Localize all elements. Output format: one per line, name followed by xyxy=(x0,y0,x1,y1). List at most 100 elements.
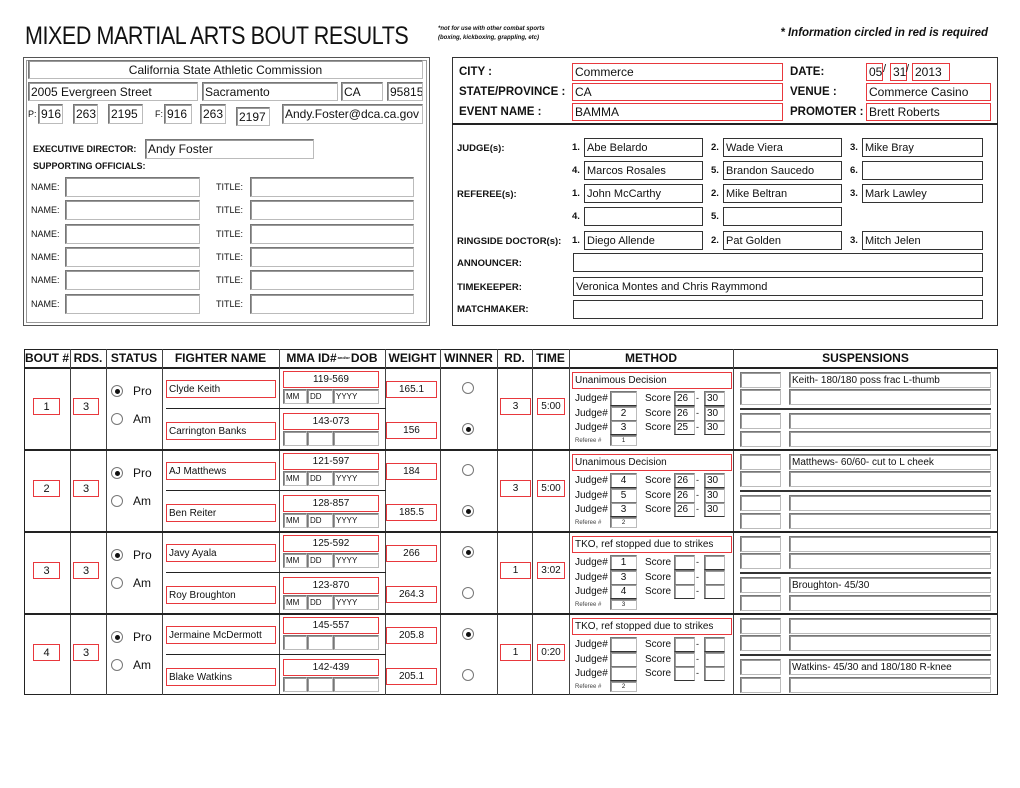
winner-radio[interactable] xyxy=(462,382,474,394)
dob-day-field[interactable]: DD xyxy=(307,471,333,486)
dob-month-field[interactable]: MM xyxy=(283,471,307,486)
suspension-days-field[interactable] xyxy=(740,495,781,511)
weight-field[interactable]: 156 xyxy=(386,422,437,439)
suspension-note-field[interactable] xyxy=(789,536,991,552)
pro-radio[interactable] xyxy=(111,385,123,397)
fighter-name-field[interactable]: Clyde Keith xyxy=(166,380,276,398)
winner-radio[interactable] xyxy=(462,587,474,599)
dob-day-field[interactable]: DD xyxy=(307,595,333,610)
winner-radio[interactable] xyxy=(462,669,474,681)
score-field-1[interactable] xyxy=(674,555,695,570)
judge-number-field[interactable] xyxy=(610,651,637,667)
dob-day-field[interactable]: DD xyxy=(307,553,333,568)
winner-radio[interactable] xyxy=(462,423,474,435)
method-field[interactable]: TKO, ref stopped due to strikes xyxy=(572,618,732,635)
score-field-2[interactable]: 30 xyxy=(704,502,725,517)
referee-number-field[interactable]: 3 xyxy=(610,599,637,610)
score-field-1[interactable]: 26 xyxy=(674,502,695,517)
dob-year-field[interactable]: YYYY xyxy=(333,513,379,528)
rounds-field[interactable]: 3 xyxy=(73,562,99,579)
phone-field-3[interactable]: 2195 xyxy=(108,104,143,124)
suspension-days-field[interactable] xyxy=(740,577,781,593)
round-field[interactable]: 3 xyxy=(500,398,531,415)
fighter-name-field[interactable]: Jermaine McDermott xyxy=(166,626,276,644)
judges-field-6[interactable] xyxy=(862,161,983,180)
winner-radio[interactable] xyxy=(462,464,474,476)
score-field-1[interactable] xyxy=(674,666,695,681)
time-field[interactable]: 5:00 xyxy=(537,480,565,497)
dob-day-field[interactable] xyxy=(307,635,333,650)
suspension-note-field[interactable] xyxy=(789,595,991,611)
official-title-field[interactable] xyxy=(250,177,414,197)
judges-field-5[interactable]: Brandon Saucedo xyxy=(723,161,842,180)
dob-month-field[interactable]: MM xyxy=(283,513,307,528)
fax-field-3[interactable]: 2197 xyxy=(236,107,270,126)
suspension-days-field[interactable] xyxy=(740,431,781,447)
address-city[interactable]: Sacramento xyxy=(202,82,338,101)
score-field-1[interactable] xyxy=(674,637,695,652)
suspension-note-field[interactable]: Matthews- 60/60- cut to L cheek xyxy=(789,454,991,470)
mma-id-field[interactable]: 125-592 xyxy=(283,535,379,552)
mma-id-field[interactable]: 123-870 xyxy=(283,577,379,594)
time-field[interactable]: 3:02 xyxy=(537,562,565,579)
referee-number-field[interactable]: 2 xyxy=(610,517,637,528)
dob-month-field[interactable]: MM xyxy=(283,595,307,610)
event-name-field[interactable]: BAMMA xyxy=(572,103,783,121)
score-field-2[interactable] xyxy=(704,555,725,570)
fax-field-1[interactable]: 916 xyxy=(164,104,192,124)
mma-id-field[interactable]: 121-597 xyxy=(283,453,379,470)
fighter-name-field[interactable]: Javy Ayala xyxy=(166,544,276,562)
judge-number-field[interactable]: 3 xyxy=(610,569,637,585)
suspension-note-field[interactable] xyxy=(789,431,991,447)
suspension-days-field[interactable] xyxy=(740,595,781,611)
matchmaker-field[interactable] xyxy=(573,300,983,319)
commission-name[interactable]: California State Athletic Commission xyxy=(28,60,423,79)
fighter-name-field[interactable]: Ben Reiter xyxy=(166,504,276,522)
score-field-1[interactable]: 26 xyxy=(674,473,695,488)
official-name-field[interactable] xyxy=(65,177,200,197)
weight-field[interactable]: 266 xyxy=(386,545,437,562)
dob-year-field[interactable] xyxy=(333,431,379,446)
suspension-note-field[interactable] xyxy=(789,553,991,569)
bout-number-field[interactable]: 1 xyxy=(33,398,60,415)
dob-day-field[interactable] xyxy=(307,431,333,446)
judge-number-field[interactable]: 3 xyxy=(610,502,637,517)
weight-field[interactable]: 185.5 xyxy=(386,504,437,521)
mma-id-field[interactable]: 128-857 xyxy=(283,495,379,512)
suspension-note-field[interactable] xyxy=(789,471,991,487)
bout-number-field[interactable]: 3 xyxy=(33,562,60,579)
official-title-field[interactable] xyxy=(250,200,414,221)
suspension-days-field[interactable] xyxy=(740,389,781,405)
referees-field-2[interactable]: Mike Beltran xyxy=(723,184,842,203)
announcer-field[interactable] xyxy=(573,253,983,272)
email-field[interactable]: Andy.Foster@dca.ca.gov xyxy=(282,104,423,124)
referees-field-4[interactable] xyxy=(584,207,703,226)
state-field[interactable]: CA xyxy=(572,83,783,101)
dob-day-field[interactable]: DD xyxy=(307,389,333,404)
official-name-field[interactable] xyxy=(65,293,200,314)
judge-number-field[interactable]: 1 xyxy=(610,555,637,570)
suspension-days-field[interactable] xyxy=(740,372,781,388)
bout-number-field[interactable]: 4 xyxy=(33,644,60,661)
official-title-field[interactable] xyxy=(250,293,414,314)
suspension-days-field[interactable] xyxy=(740,454,781,470)
official-name-field[interactable] xyxy=(65,200,200,221)
dob-year-field[interactable] xyxy=(333,635,379,650)
method-field[interactable]: Unanimous Decision xyxy=(572,454,732,471)
winner-radio[interactable] xyxy=(462,628,474,640)
referee-number-field[interactable]: 2 xyxy=(610,681,637,692)
suspension-days-field[interactable] xyxy=(740,635,781,651)
bout-number-field[interactable]: 2 xyxy=(33,480,60,497)
score-field-2[interactable]: 30 xyxy=(704,420,725,435)
method-field[interactable]: TKO, ref stopped due to strikes xyxy=(572,536,732,553)
doctors-field-2[interactable]: Pat Golden xyxy=(723,231,842,250)
promoter-field[interactable]: Brett Roberts xyxy=(866,103,991,121)
suspension-note-field[interactable] xyxy=(789,513,991,529)
suspension-note-field[interactable]: Watkins- 45/30 and 180/180 R-knee xyxy=(789,659,991,675)
dob-day-field[interactable]: DD xyxy=(307,513,333,528)
referees-field-1[interactable]: John McCarthy xyxy=(584,184,703,203)
judge-number-field[interactable]: 2 xyxy=(610,405,637,421)
suspension-note-field[interactable] xyxy=(789,635,991,651)
suspension-days-field[interactable] xyxy=(740,471,781,487)
judge-number-field[interactable]: 4 xyxy=(610,473,637,488)
